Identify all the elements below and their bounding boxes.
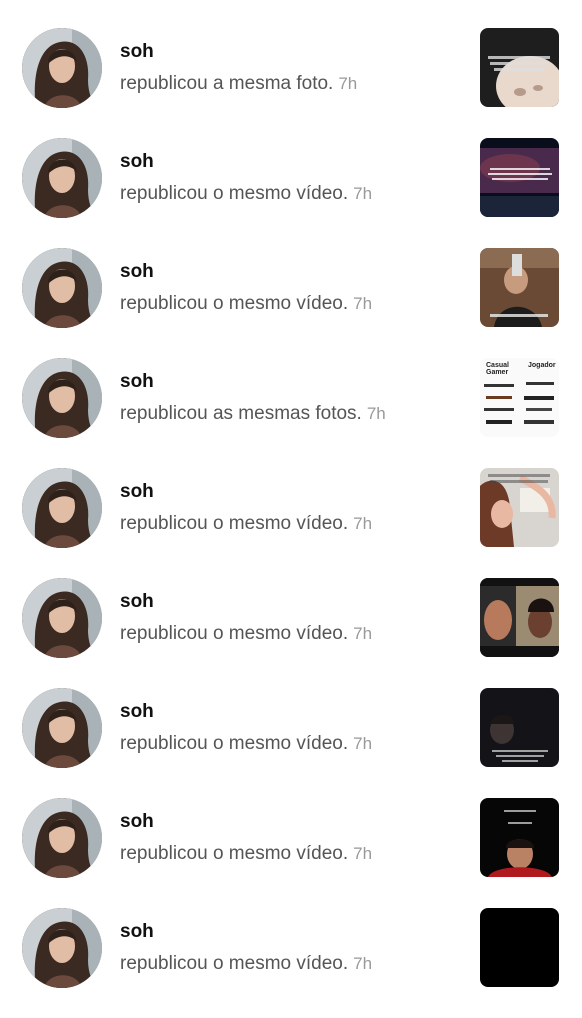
notification-text: republicou o mesmo vídeo. 7h	[120, 183, 372, 205]
action-text: republicou as mesmas fotos.	[120, 403, 362, 424]
notification-text: republicou o mesmo vídeo. 7h	[120, 513, 372, 535]
avatar[interactable]	[22, 28, 102, 108]
timestamp: 7h	[338, 74, 358, 93]
notification-row[interactable]: soh republicou o mesmo vídeo. 7h	[0, 798, 582, 908]
post-thumbnail[interactable]	[480, 248, 559, 327]
notification-text: republicou o mesmo vídeo. 7h	[120, 733, 372, 755]
avatar[interactable]	[22, 468, 102, 548]
notification-row[interactable]: soh republicou o mesmo vídeo. 7h	[0, 138, 582, 248]
timestamp: 7h	[353, 184, 373, 203]
username[interactable]: soh	[120, 921, 154, 943]
action-text: republicou a mesma foto.	[120, 73, 334, 94]
notification-row[interactable]: soh republicou as mesmas fotos. 7h Casual…	[0, 358, 582, 468]
post-thumbnail[interactable]	[480, 28, 559, 107]
timestamp: 7h	[353, 624, 373, 643]
username[interactable]: soh	[120, 261, 154, 283]
timestamp: 7h	[353, 734, 373, 753]
username[interactable]: soh	[120, 701, 154, 723]
notification-row[interactable]: soh republicou o mesmo vídeo. 7h	[0, 688, 582, 798]
weapons-left-label-2: Gamer	[486, 369, 508, 376]
action-text: republicou o mesmo vídeo.	[120, 953, 349, 974]
timestamp: 7h	[353, 514, 373, 533]
notification-text: republicou o mesmo vídeo. 7h	[120, 623, 372, 645]
username[interactable]: soh	[120, 371, 154, 393]
post-thumbnail[interactable]	[480, 908, 559, 987]
notification-row[interactable]: soh republicou o mesmo vídeo. 7h	[0, 248, 582, 358]
avatar[interactable]	[22, 358, 102, 438]
username[interactable]: soh	[120, 481, 154, 503]
action-text: republicou o mesmo vídeo.	[120, 623, 349, 644]
avatar[interactable]	[22, 908, 102, 988]
notification-row[interactable]: soh republicou o mesmo vídeo. 7h	[0, 468, 582, 578]
timestamp: 7h	[353, 954, 373, 973]
action-text: republicou o mesmo vídeo.	[120, 733, 349, 754]
post-thumbnail[interactable]	[480, 688, 559, 767]
post-thumbnail[interactable]	[480, 468, 559, 547]
username[interactable]: soh	[120, 41, 154, 63]
username[interactable]: soh	[120, 811, 154, 833]
username[interactable]: soh	[120, 591, 154, 613]
post-thumbnail[interactable]	[480, 798, 559, 877]
notification-text: republicou o mesmo vídeo. 7h	[120, 293, 372, 315]
timestamp: 7h	[353, 294, 373, 313]
notification-row[interactable]: soh republicou a mesma foto. 7h	[0, 28, 582, 138]
avatar[interactable]	[22, 578, 102, 658]
notification-row[interactable]: soh republicou o mesmo vídeo. 7h	[0, 578, 582, 688]
weapons-left-label: Casual	[486, 362, 509, 369]
weapons-right-label: Jogador	[528, 362, 556, 369]
notification-text: republicou a mesma foto. 7h	[120, 73, 357, 95]
timestamp: 7h	[366, 404, 386, 423]
notification-list: soh republicou a mesma foto. 7h soh repub…	[0, 0, 582, 1000]
avatar[interactable]	[22, 688, 102, 768]
notification-text: republicou as mesmas fotos. 7h	[120, 403, 386, 425]
avatar[interactable]	[22, 798, 102, 878]
notification-row[interactable]: soh republicou o mesmo vídeo. 7h	[0, 908, 582, 1018]
post-thumbnail[interactable]	[480, 138, 559, 217]
action-text: republicou o mesmo vídeo.	[120, 513, 349, 534]
avatar[interactable]	[22, 138, 102, 218]
post-thumbnail[interactable]	[480, 578, 559, 657]
post-thumbnail[interactable]: Casual Gamer Jogador	[480, 358, 559, 437]
timestamp: 7h	[353, 844, 373, 863]
action-text: republicou o mesmo vídeo.	[120, 293, 349, 314]
notification-text: republicou o mesmo vídeo. 7h	[120, 953, 372, 975]
avatar[interactable]	[22, 248, 102, 328]
notification-text: republicou o mesmo vídeo. 7h	[120, 843, 372, 865]
username[interactable]: soh	[120, 151, 154, 173]
action-text: republicou o mesmo vídeo.	[120, 183, 349, 204]
action-text: republicou o mesmo vídeo.	[120, 843, 349, 864]
